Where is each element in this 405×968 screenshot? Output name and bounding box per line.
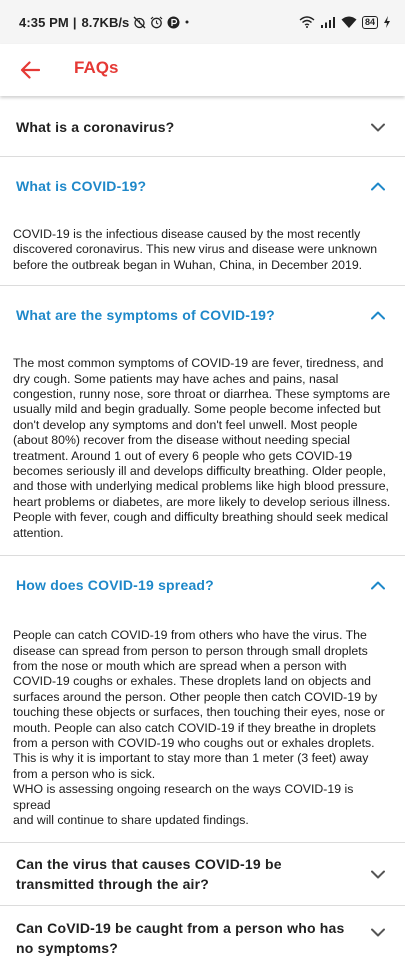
app-bar: FAQs: [0, 44, 405, 96]
status-time: 4:35 PM: [19, 14, 69, 30]
battery-level: 84: [364, 16, 375, 27]
chevron-up-icon[interactable]: [371, 310, 385, 320]
faq-question-header[interactable]: Can CoVID-19 be caught from a person who…: [0, 906, 405, 968]
faq-question-header[interactable]: What are the symptoms of COVID-19?: [0, 286, 405, 344]
alarm-off-icon: [133, 16, 146, 29]
faq-question-text: How does COVID-19 spread?: [16, 577, 214, 594]
page-title: FAQs: [74, 58, 119, 77]
more-notifications-icon: [184, 19, 190, 25]
faq-list: What is a coronavirus? What is COVID-19?…: [0, 98, 405, 968]
back-button[interactable]: [16, 56, 44, 84]
faq-item: What are the symptoms of COVID-19? The m…: [0, 286, 405, 557]
chevron-down-icon[interactable]: [371, 122, 385, 132]
faq-question-text: Can CoVID-19 be caught from a person who…: [16, 920, 345, 957]
battery-icon: 84: [361, 15, 378, 29]
faq-answer: COVID-19 is the infectious disease cause…: [13, 227, 378, 272]
status-left: 4:35 PM | 8.7KB/s: [19, 15, 190, 30]
faq-question-text: What is COVID-19?: [16, 178, 147, 194]
faq-question-text: Can the virus that causes COVID-19 be tr…: [16, 856, 282, 893]
faq-item: What is a coronavirus?: [0, 98, 405, 157]
chevron-up-icon[interactable]: [371, 181, 385, 191]
faq-item: Can the virus that causes COVID-19 be tr…: [0, 843, 405, 907]
status-right: 84: [299, 15, 391, 29]
faq-question-header[interactable]: Can the virus that causes COVID-19 be tr…: [0, 843, 405, 905]
chevron-up-icon[interactable]: [371, 580, 385, 590]
faq-question-header[interactable]: What is COVID-19?: [0, 157, 405, 215]
signal-icon: [320, 16, 336, 28]
faq-answer: The most common symptoms of COVID-19 are…: [13, 356, 391, 540]
faq-item: What is COVID-19? COVID-19 is the infect…: [0, 157, 405, 287]
app-notification-icon: [167, 16, 180, 29]
chevron-down-icon[interactable]: [371, 869, 385, 879]
faq-question-text: What is a coronavirus?: [16, 119, 175, 135]
faq-question-text: What are the symptoms of COVID-19?: [16, 307, 275, 324]
wifi-hotspot-icon: [299, 16, 315, 28]
faq-item: Can CoVID-19 be caught from a person who…: [0, 906, 405, 968]
charging-icon: [383, 16, 391, 28]
status-bar: 4:35 PM | 8.7KB/s 84: [0, 0, 405, 44]
status-separator: |: [72, 14, 77, 30]
alarm-icon: [150, 16, 163, 29]
chevron-down-icon[interactable]: [371, 927, 385, 937]
network-speed: 8.7KB/s: [81, 14, 130, 30]
faq-question-header[interactable]: How does COVID-19 spread?: [0, 556, 405, 614]
back-arrow-icon: [20, 61, 40, 79]
faq-item: How does COVID-19 spread? People can cat…: [0, 556, 405, 844]
faq-answer: People can catch COVID-19 from others wh…: [13, 628, 385, 827]
faq-question-header[interactable]: What is a coronavirus?: [0, 98, 405, 156]
wifi-icon: [341, 16, 357, 28]
